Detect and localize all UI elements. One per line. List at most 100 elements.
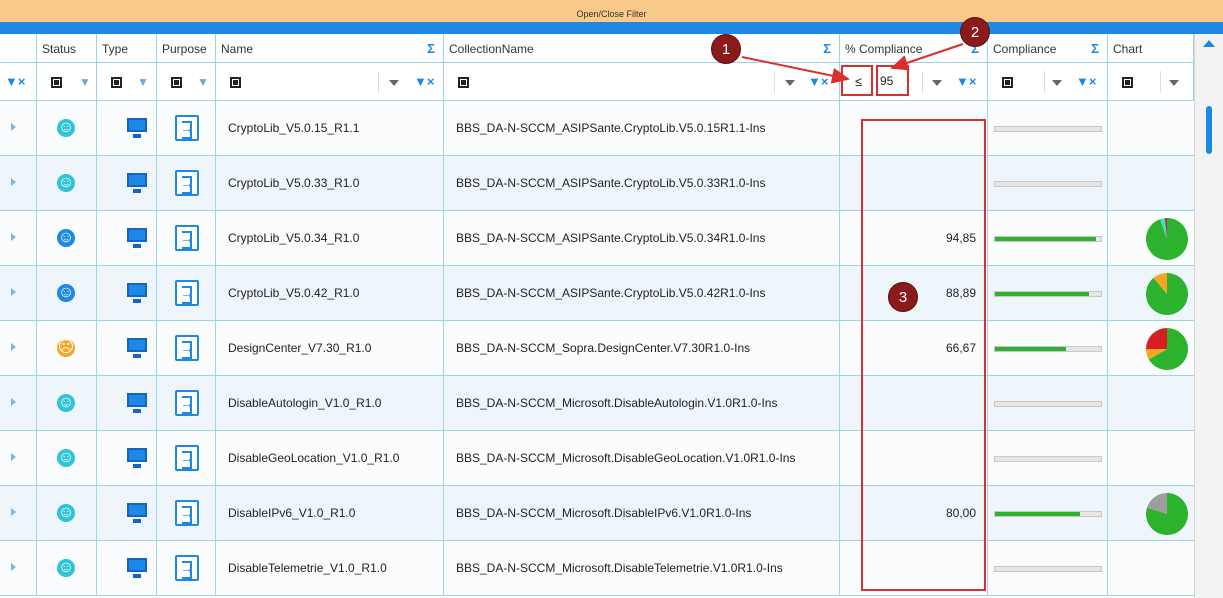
chevron-down-icon[interactable] xyxy=(785,80,795,86)
chevron-right-icon[interactable] xyxy=(11,563,16,571)
filter-cell-indent: ▼× xyxy=(0,63,37,101)
column-header-name-label: Name xyxy=(221,42,254,56)
compliance-pie xyxy=(1146,328,1188,370)
filter-checkbox[interactable] xyxy=(458,77,469,88)
pct-compliance-cell: 94,85 xyxy=(840,211,988,265)
row-expander-cell[interactable] xyxy=(0,541,37,595)
vertical-scrollbar[interactable] xyxy=(1194,34,1223,598)
sigma-icon[interactable]: Σ xyxy=(1091,34,1099,62)
compliance-bar-fill xyxy=(995,512,1080,516)
column-header-compliance[interactable]: Compliance Σ xyxy=(988,34,1108,63)
clear-filter-icon[interactable]: ▼× xyxy=(956,74,976,89)
row-expander-cell[interactable] xyxy=(0,486,37,540)
filter-checkbox[interactable] xyxy=(111,77,122,88)
filter-separator xyxy=(774,71,775,93)
clear-filter-icon[interactable]: ▼× xyxy=(1076,74,1096,89)
install-icon: → xyxy=(175,225,199,251)
table-row[interactable]: ☺ → DisableTelemetrie_V1.0_R1.0 BBS_DA-N-SC… xyxy=(0,541,1194,596)
column-header-name[interactable]: Name Σ xyxy=(216,34,444,63)
status-face-icon: ☺ xyxy=(57,504,75,522)
table-row[interactable]: ☺ → DisableAutologin_V1.0_R1.0 BBS_DA-N-SCC… xyxy=(0,376,1194,431)
column-header-purpose-label: Purpose xyxy=(162,42,207,56)
filter-checkbox[interactable] xyxy=(230,77,241,88)
status-cell: ☹ xyxy=(37,321,97,375)
chevron-down-icon[interactable] xyxy=(932,80,942,86)
filter-separator xyxy=(922,71,923,93)
filter-checkbox[interactable] xyxy=(51,77,62,88)
monitor-icon xyxy=(127,448,147,468)
filter-funnel-icon[interactable]: ▼ xyxy=(197,75,209,89)
chevron-down-icon[interactable] xyxy=(1052,80,1062,86)
column-header-purpose[interactable]: Purpose xyxy=(157,34,216,63)
scroll-thumb[interactable] xyxy=(1206,106,1212,154)
status-face-icon: ☺ xyxy=(57,394,75,412)
table-row[interactable]: ☹ → DesignCenter_V7.30_R1.0 BBS_DA-N-SCCM_S… xyxy=(0,321,1194,376)
row-expander-cell[interactable] xyxy=(0,266,37,320)
sigma-icon[interactable]: Σ xyxy=(427,34,435,62)
table-row[interactable]: ☺ → CryptoLib_V5.0.15_R1.1 BBS_DA-N-SCCM_AS… xyxy=(0,101,1194,156)
install-icon: → xyxy=(175,170,199,196)
collection-cell: BBS_DA-N-SCCM_Sopra.DesignCenter.V7.30R1… xyxy=(444,321,840,375)
chevron-down-icon[interactable] xyxy=(389,80,399,86)
row-expander-cell[interactable] xyxy=(0,211,37,265)
pie-slice xyxy=(1146,328,1167,349)
chevron-down-icon[interactable] xyxy=(1169,80,1179,86)
chart-cell xyxy=(1108,266,1194,320)
compliance-bar-fill xyxy=(995,237,1096,241)
filter-funnel-icon[interactable]: ▼ xyxy=(79,75,91,89)
sigma-icon[interactable]: Σ xyxy=(823,34,831,62)
scroll-up-icon[interactable] xyxy=(1203,40,1215,47)
table-row[interactable]: ☺ → CryptoLib_V5.0.33_R1.0 BBS_DA-N-SCCM_AS… xyxy=(0,156,1194,211)
chevron-right-icon[interactable] xyxy=(11,508,16,516)
install-icon: → xyxy=(175,390,199,416)
chevron-right-icon[interactable] xyxy=(11,343,16,351)
filter-cell-name: ▼× xyxy=(216,63,444,101)
row-expander-cell[interactable] xyxy=(0,156,37,210)
filter-checkbox[interactable] xyxy=(1002,77,1013,88)
table-row[interactable]: ☺ → DisableIPv6_V1.0_R1.0 BBS_DA-N-SCCM_Mic… xyxy=(0,486,1194,541)
chevron-right-icon[interactable] xyxy=(11,288,16,296)
monitor-icon xyxy=(127,228,147,248)
compliance-bar xyxy=(994,566,1102,572)
status-face-icon: ☺ xyxy=(57,119,75,137)
filter-checkbox[interactable] xyxy=(171,77,182,88)
row-expander-cell[interactable] xyxy=(0,431,37,485)
compliance-cell xyxy=(988,376,1108,430)
clear-filter-icon[interactable]: ▼× xyxy=(414,74,434,89)
status-cell: ☺ xyxy=(37,156,97,210)
clear-filter-icon[interactable]: ▼× xyxy=(808,74,828,89)
type-cell xyxy=(97,486,157,540)
filter-toggle-bar[interactable]: 1 Open/Close Filter xyxy=(0,0,1223,22)
column-header-type[interactable]: Type xyxy=(97,34,157,63)
collection-cell: BBS_DA-N-SCCM_ASIPSante.CryptoLib.V5.0.1… xyxy=(444,101,840,155)
clear-all-filters-icon[interactable]: ▼× xyxy=(5,74,25,89)
chevron-right-icon[interactable] xyxy=(11,233,16,241)
row-expander-cell[interactable] xyxy=(0,101,37,155)
filter-funnel-icon[interactable]: ▼ xyxy=(137,75,149,89)
row-expander-cell[interactable] xyxy=(0,321,37,375)
install-icon: → xyxy=(175,335,199,361)
filter-checkbox[interactable] xyxy=(1122,77,1133,88)
table-row[interactable]: ☺ → CryptoLib_V5.0.34_R1.0 BBS_DA-N-SCCM_AS… xyxy=(0,211,1194,266)
compliance-cell xyxy=(988,211,1108,265)
chart-cell xyxy=(1108,321,1194,375)
table-row[interactable]: ☺ → DisableGeoLocation_V1.0_R1.0 BBS_DA-N-S… xyxy=(0,431,1194,486)
filter-separator xyxy=(1044,71,1045,93)
compliance-pie xyxy=(1146,218,1188,260)
filter-value-input[interactable]: 95 xyxy=(880,74,893,88)
type-cell xyxy=(97,321,157,375)
filter-cell-pct-compliance: ≤ 95 ▼× xyxy=(840,63,988,101)
row-expander-cell[interactable] xyxy=(0,376,37,430)
column-header-collection[interactable]: CollectionName Σ xyxy=(444,34,840,63)
chevron-right-icon[interactable] xyxy=(11,123,16,131)
chevron-right-icon[interactable] xyxy=(11,453,16,461)
chevron-right-icon[interactable] xyxy=(11,398,16,406)
chevron-right-icon[interactable] xyxy=(11,178,16,186)
column-header-chart[interactable]: Chart xyxy=(1108,34,1194,63)
compliance-bar xyxy=(994,456,1102,462)
purpose-cell: → xyxy=(157,211,216,265)
table-row[interactable]: ☺ → CryptoLib_V5.0.42_R1.0 BBS_DA-N-SCCM_AS… xyxy=(0,266,1194,321)
column-header-status[interactable]: Status xyxy=(37,34,97,63)
filter-operator-button[interactable]: ≤ xyxy=(855,74,862,89)
type-cell xyxy=(97,266,157,320)
